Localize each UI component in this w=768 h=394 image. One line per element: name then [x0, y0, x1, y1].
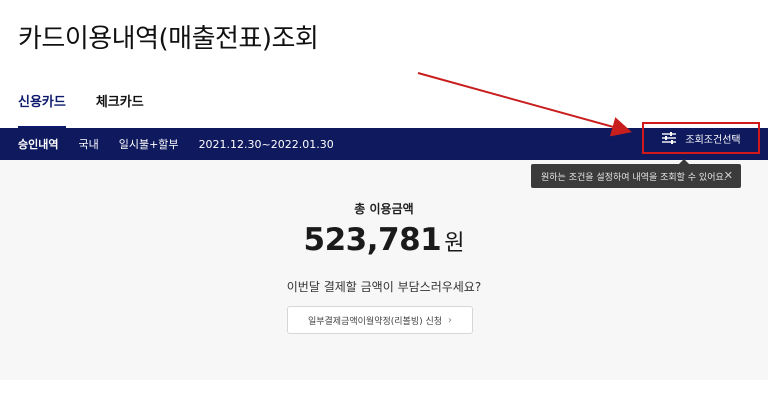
total-amount-label: 총 이용금액 — [354, 202, 414, 216]
total-amount: 523,781 원 — [0, 222, 768, 258]
search-condition-label: 조회조건선택 — [685, 134, 741, 146]
search-condition-button[interactable]: 조회조건선택 — [642, 122, 760, 154]
chevron-right-icon: › — [448, 314, 453, 326]
card-type-tabs: 신용카드 체크카드 — [18, 94, 144, 128]
close-icon[interactable]: ✕ — [724, 169, 733, 183]
filter-sliders-icon — [662, 132, 677, 144]
summary-panel: 총 이용금액 523,781 원 이번달 결제할 금액이 부담스러우세요? 일부결… — [0, 160, 768, 380]
total-amount-value: 523,781 — [303, 222, 442, 258]
revolving-apply-button[interactable]: 일부결제금액이월약정(리볼빙) 신청 › — [287, 306, 473, 334]
page-title: 카드이용내역(매출전표)조회 — [18, 24, 319, 54]
tooltip-text: 원하는 조건을 설정하여 내역을 조회할 수 있어요. — [541, 172, 727, 183]
filter-period: 2021.12.30~2022.01.30 — [198, 137, 334, 151]
tab-credit-card[interactable]: 신용카드 — [18, 94, 66, 128]
revolving-apply-label: 일부결제금액이월약정(리볼빙) 신청 — [307, 316, 443, 327]
currency-unit: 원 — [444, 231, 465, 256]
filter-payment: 일시불+할부 — [118, 138, 179, 151]
filter-type: 승인내역 — [18, 138, 59, 151]
payment-question: 이번달 결제할 금액이 부담스러우세요? — [286, 280, 482, 294]
tab-check-card[interactable]: 체크카드 — [96, 94, 144, 128]
filter-region: 국내 — [78, 138, 99, 151]
condition-tooltip: 원하는 조건을 설정하여 내역을 조회할 수 있어요. ✕ — [531, 159, 741, 188]
